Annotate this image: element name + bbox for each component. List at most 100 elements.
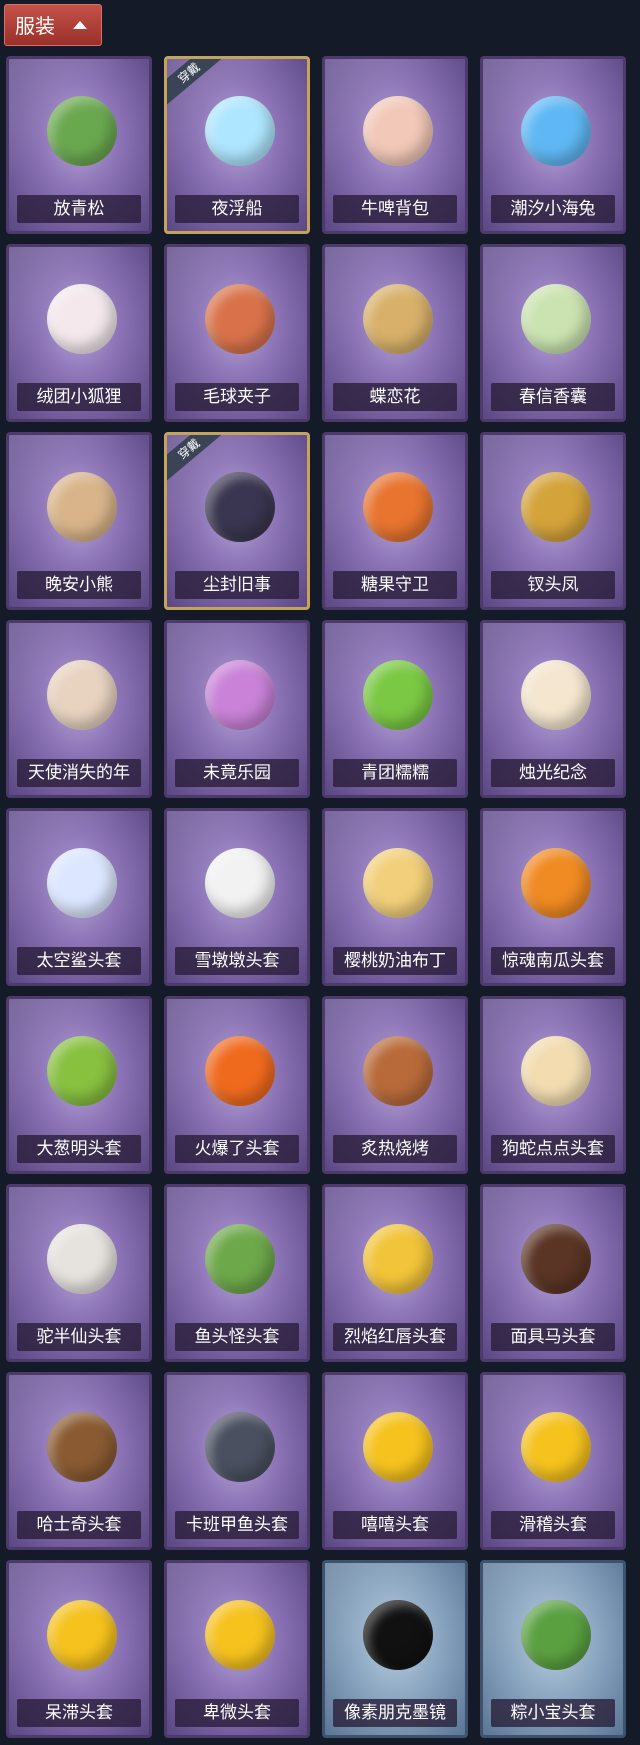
item-card[interactable]: 放青松	[6, 56, 152, 234]
item-card[interactable]: 潮汐小海兔	[480, 56, 626, 234]
butterfly-flower-wreath-icon	[363, 277, 433, 361]
item-card[interactable]: 糖果守卫	[322, 432, 468, 610]
turtle-head-icon	[205, 1405, 275, 1489]
teddy-bear-icon	[47, 465, 117, 549]
item-card[interactable]: 哈士奇头套	[6, 1372, 152, 1550]
phoenix-crown-doll-icon	[521, 465, 591, 549]
item-card[interactable]: 烈焰红唇头套	[322, 1184, 468, 1362]
category-header-label: 服装	[15, 14, 55, 38]
item-name: 像素朋克墨镜	[333, 1699, 457, 1727]
item-name: 嘻嘻头套	[333, 1511, 457, 1539]
item-card[interactable]: 惊魂南瓜头套	[480, 808, 626, 986]
item-name: 钗头凤	[491, 571, 615, 599]
item-card[interactable]: 火爆了头套	[164, 996, 310, 1174]
cow-beer-backpack-icon	[363, 89, 433, 173]
item-card[interactable]: 面具马头套	[480, 1184, 626, 1362]
item-name: 春信香囊	[491, 383, 615, 411]
item-name: 粽小宝头套	[491, 1699, 615, 1727]
item-card[interactable]: 鱼头怪头套	[164, 1184, 310, 1362]
item-grid: 放青松 穿戴 夜浮船 牛啤背包 潮汐小海兔绒团小狐狸 毛球夹子 蝶恋花 春信香囊晚安小熊 穿戴尘…	[6, 56, 626, 1738]
item-name: 驼半仙头套	[17, 1323, 141, 1351]
item-name: 绒团小狐狸	[17, 383, 141, 411]
item-name: 呆滞头套	[17, 1699, 141, 1727]
item-card[interactable]: 嘻嘻头套	[322, 1372, 468, 1550]
husky-head-icon	[47, 1405, 117, 1489]
snowman-head-icon	[205, 841, 275, 925]
item-name: 夜浮船	[175, 195, 299, 223]
pumpkin-scarecrow-icon	[363, 465, 433, 549]
item-card[interactable]: 驼半仙头套	[6, 1184, 152, 1362]
item-card[interactable]: 烛光纪念	[480, 620, 626, 798]
jellyfish-ship-icon	[205, 89, 275, 173]
item-card[interactable]: 蝶恋花	[322, 244, 468, 422]
item-card[interactable]: 卑微头套	[164, 1560, 310, 1738]
chibi-figure-icon	[205, 465, 275, 549]
angel-doll-icon	[47, 653, 117, 737]
item-name: 晚安小熊	[17, 571, 141, 599]
item-name: 牛啤背包	[333, 195, 457, 223]
item-name: 潮汐小海兔	[491, 195, 615, 223]
horse-head-icon	[521, 1217, 591, 1301]
pixel-sunglasses-icon	[363, 1593, 433, 1677]
fairy-doll-icon	[205, 653, 275, 737]
item-name: 卑微头套	[175, 1699, 299, 1727]
item-card[interactable]: 卡班甲鱼头套	[164, 1372, 310, 1550]
smirk-emoji-head-icon	[521, 1405, 591, 1489]
polar-bear-head-icon	[47, 1217, 117, 1301]
item-name: 糖果守卫	[333, 571, 457, 599]
item-name: 放青松	[17, 195, 141, 223]
chevron-up-icon	[73, 21, 87, 29]
item-name: 卡班甲鱼头套	[175, 1511, 299, 1539]
zongzi-head-icon	[521, 1593, 591, 1677]
item-name: 樱桃奶油布丁	[333, 947, 457, 975]
item-card[interactable]: 太空鲨头套	[6, 808, 152, 986]
category-header-button[interactable]: 服装	[4, 4, 102, 46]
fire-head-icon	[205, 1029, 275, 1113]
item-card[interactable]: 晚安小熊	[6, 432, 152, 610]
item-name: 天使消失的年	[17, 759, 141, 787]
item-card[interactable]: 穿戴 尘封旧事	[164, 432, 310, 610]
item-card[interactable]: 粽小宝头套	[480, 1560, 626, 1738]
item-card[interactable]: 未竟乐园	[164, 620, 310, 798]
item-card[interactable]: 狗蛇点点头套	[480, 996, 626, 1174]
bbq-meat-head-icon	[363, 1029, 433, 1113]
item-name: 青团糯糯	[333, 759, 457, 787]
sea-bunny-icon	[521, 89, 591, 173]
item-card[interactable]: 青团糯糯	[322, 620, 468, 798]
item-name: 惊魂南瓜头套	[491, 947, 615, 975]
item-name: 大葱明头套	[17, 1135, 141, 1163]
item-name: 哈士奇头套	[17, 1511, 141, 1539]
pumpkin-head-icon	[521, 841, 591, 925]
item-card[interactable]: 大葱明头套	[6, 996, 152, 1174]
grin-emoji-head-icon	[363, 1405, 433, 1489]
dazed-emoji-head-icon	[47, 1593, 117, 1677]
item-name: 烛光纪念	[491, 759, 615, 787]
item-name: 太空鲨头套	[17, 947, 141, 975]
item-card[interactable]: 毛球夹子	[164, 244, 310, 422]
item-name: 尘封旧事	[175, 571, 299, 599]
item-name: 火爆了头套	[175, 1135, 299, 1163]
fluffy-fox-icon	[47, 277, 117, 361]
item-name: 毛球夹子	[175, 383, 299, 411]
item-card[interactable]: 牛啤背包	[322, 56, 468, 234]
item-card[interactable]: 绒团小狐狸	[6, 244, 152, 422]
item-name: 烈焰红唇头套	[333, 1323, 457, 1351]
item-card[interactable]: 呆滞头套	[6, 1560, 152, 1738]
item-name: 蝶恋花	[333, 383, 457, 411]
item-card[interactable]: 炙热烧烤	[322, 996, 468, 1174]
item-card[interactable]: 像素朋克墨镜	[322, 1560, 468, 1738]
item-card[interactable]: 春信香囊	[480, 244, 626, 422]
bonsai-pine-icon	[47, 89, 117, 173]
item-card[interactable]: 滑稽头套	[480, 1372, 626, 1550]
item-card[interactable]: 钗头凤	[480, 432, 626, 610]
pikachu-head-icon	[363, 1217, 433, 1301]
snake-dog-head-icon	[521, 1029, 591, 1113]
fish-head-icon	[205, 1217, 275, 1301]
item-card[interactable]: 穿戴 夜浮船	[164, 56, 310, 234]
item-name: 炙热烧烤	[333, 1135, 457, 1163]
green-rice-ball-icon	[363, 653, 433, 737]
candle-icon	[521, 653, 591, 737]
item-card[interactable]: 樱桃奶油布丁	[322, 808, 468, 986]
item-card[interactable]: 雪墩墩头套	[164, 808, 310, 986]
item-card[interactable]: 天使消失的年	[6, 620, 152, 798]
